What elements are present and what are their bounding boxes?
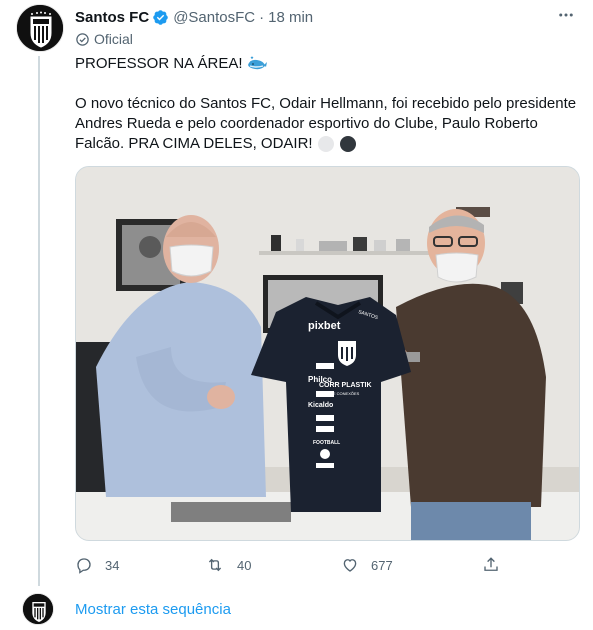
tweet-header: Santos FC @SantosFC · 18 min	[75, 7, 313, 27]
share-icon	[484, 557, 498, 571]
official-label-icon	[76, 32, 89, 46]
black-circle-emoji	[339, 136, 356, 153]
santos-crest-icon	[17, 5, 63, 51]
reply-count: 34	[105, 557, 120, 573]
like-icon	[343, 559, 357, 572]
tweet-photo[interactable]: pixbet Philco Kicaldo FOOTBALL CORR PLAS…	[75, 166, 580, 541]
tweet-actions: 34 40 677	[75, 556, 505, 576]
thread-avatar[interactable]	[22, 593, 54, 625]
reply-icon	[77, 558, 91, 574]
more-button[interactable]	[553, 4, 579, 26]
author-handle[interactable]: @SantosFC	[173, 9, 255, 26]
tweet-text: PROFESSOR NA ÁREA! O novo técnico do San…	[75, 54, 580, 154]
white-circle-emoji	[317, 136, 334, 153]
thread-line	[38, 56, 40, 586]
verified-badge-icon	[153, 9, 168, 25]
retweet-button[interactable]: 40	[205, 556, 251, 574]
tweet[interactable]: Santos FC @SantosFC · 18 min Oficial PRO…	[0, 0, 593, 590]
photo-scene: pixbet Philco Kicaldo FOOTBALL CORR PLAS…	[76, 167, 579, 540]
like-count: 677	[371, 557, 393, 573]
more-icon	[559, 13, 573, 17]
tweet-line-1: PROFESSOR NA ÁREA!	[75, 55, 243, 72]
jersey-sponsor-tubos: TUBOS E CONEXÕES	[318, 391, 360, 396]
official-text: Oficial	[94, 31, 133, 47]
jersey-sponsor-corr-plastik: CORR PLASTIK	[319, 382, 372, 389]
share-button[interactable]	[482, 556, 512, 574]
like-button[interactable]: 677	[341, 556, 393, 574]
author-avatar[interactable]	[16, 4, 64, 52]
santos-crest-small-icon	[23, 594, 53, 624]
separator-dot: ·	[259, 8, 265, 26]
show-thread-row[interactable]: Mostrar esta sequência	[0, 590, 593, 630]
jersey-sponsor-pixbet: pixbet	[308, 320, 341, 332]
reply-button[interactable]: 34	[75, 556, 119, 574]
retweet-count: 40	[237, 557, 252, 573]
tweet-time[interactable]: 18 min	[268, 9, 313, 26]
retweet-icon	[208, 558, 222, 572]
whale-emoji	[247, 56, 267, 70]
author-name[interactable]: Santos FC	[75, 9, 149, 26]
jersey-sponsor-kicaldo: Kicaldo	[308, 402, 333, 409]
official-label: Oficial	[75, 31, 133, 47]
show-thread-link[interactable]: Mostrar esta sequência	[75, 601, 231, 618]
jersey-sponsor-football: FOOTBALL	[313, 440, 340, 446]
